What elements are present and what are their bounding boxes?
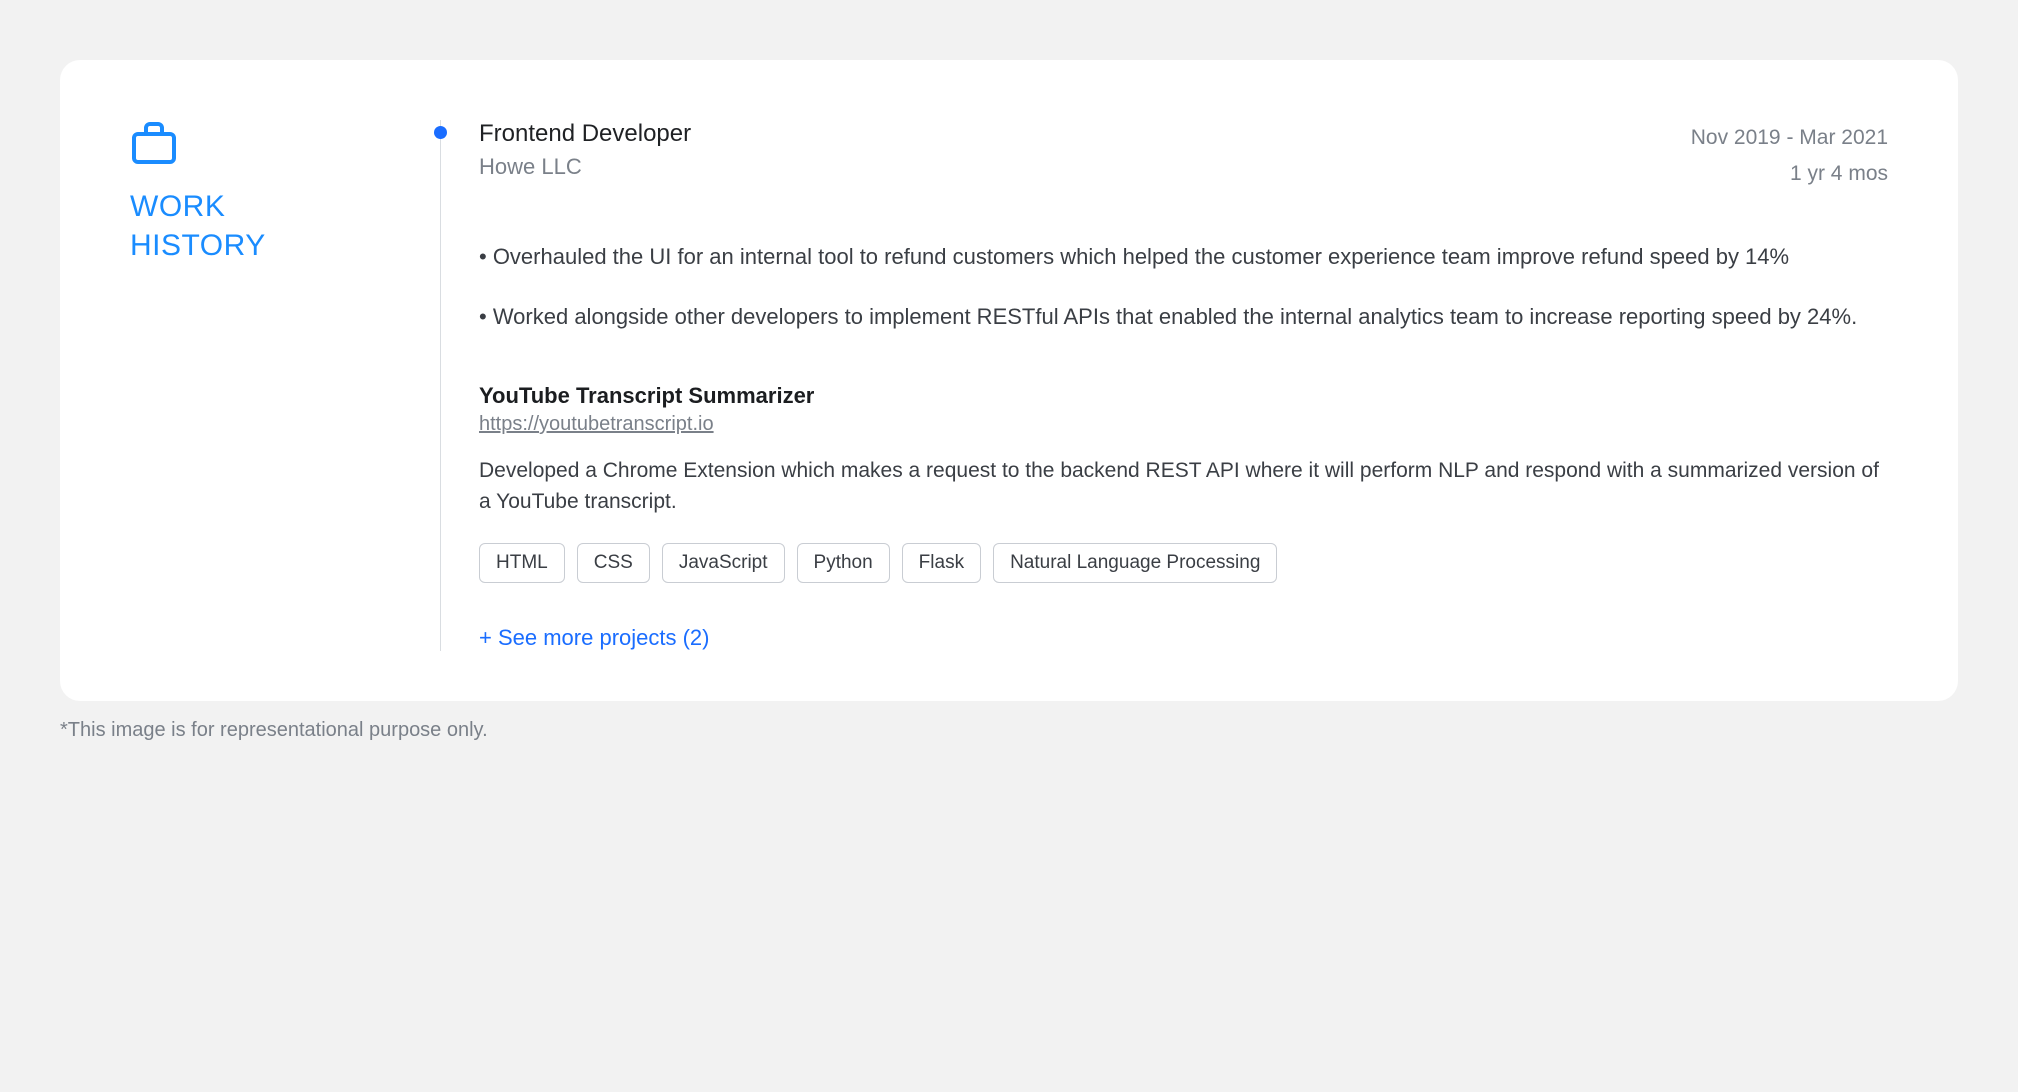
job-header: Frontend Developer Howe LLC Nov 2019 - M… <box>479 120 1888 191</box>
job-dates: Nov 2019 - Mar 2021 1 yr 4 mos <box>1691 120 1888 191</box>
project: YouTube Transcript Summarizer https://yo… <box>479 383 1888 583</box>
section-title-line2: HISTORY <box>130 226 440 265</box>
project-tags: HTML CSS JavaScript Python Flask Natural… <box>479 543 1888 583</box>
work-history-card: WORK HISTORY Frontend Developer Howe LLC… <box>60 60 1958 701</box>
tag: Natural Language Processing <box>993 543 1277 583</box>
timeline-dot-icon <box>434 126 447 139</box>
tag: Flask <box>902 543 981 583</box>
job-bullet: • Overhauled the UI for an internal tool… <box>479 241 1888 273</box>
job-title: Frontend Developer <box>479 120 691 148</box>
section-title: WORK HISTORY <box>130 187 440 265</box>
job-bullets: • Overhauled the UI for an internal tool… <box>479 241 1888 333</box>
briefcase-icon <box>130 120 440 169</box>
section-title-line1: WORK <box>130 187 440 226</box>
job-company: Howe LLC <box>479 154 691 180</box>
tag: JavaScript <box>662 543 785 583</box>
sidebar: WORK HISTORY <box>130 120 440 651</box>
tag: Python <box>797 543 890 583</box>
tag: HTML <box>479 543 565 583</box>
project-link[interactable]: https://youtubetranscript.io <box>479 413 714 436</box>
job-heading-left: Frontend Developer Howe LLC <box>479 120 691 180</box>
job-bullet: • Worked alongside other developers to i… <box>479 301 1888 333</box>
tag: CSS <box>577 543 650 583</box>
disclaimer-text: *This image is for representational purp… <box>60 719 1958 742</box>
see-more-projects-button[interactable]: + See more projects (2) <box>479 625 1888 651</box>
job-date-range: Nov 2019 - Mar 2021 <box>1691 120 1888 156</box>
project-description: Developed a Chrome Extension which makes… <box>479 456 1888 517</box>
job-duration: 1 yr 4 mos <box>1691 156 1888 192</box>
main-content: Frontend Developer Howe LLC Nov 2019 - M… <box>440 120 1888 651</box>
project-title: YouTube Transcript Summarizer <box>479 383 1888 409</box>
